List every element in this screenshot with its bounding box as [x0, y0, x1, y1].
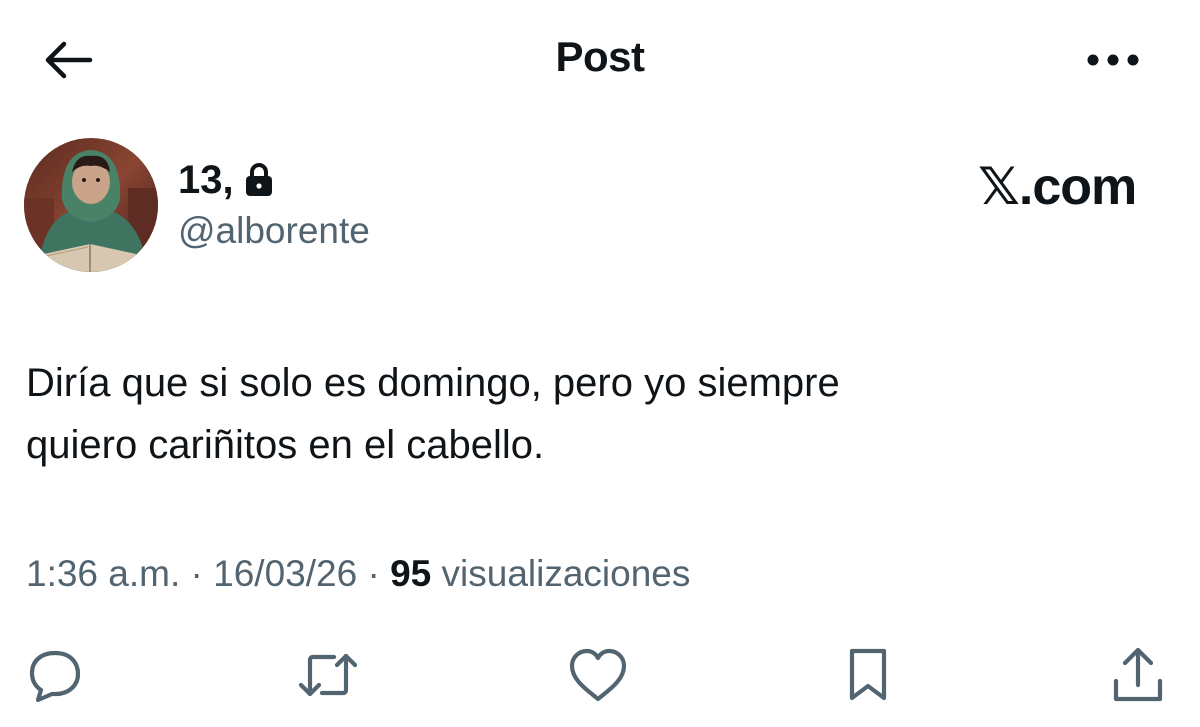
post-time[interactable]: 1:36 a.m.: [26, 553, 180, 594]
like-button[interactable]: [563, 640, 633, 710]
bookmark-icon: [849, 648, 887, 701]
meta-separator: ·: [190, 553, 203, 594]
share-icon: [1113, 647, 1163, 702]
share-button[interactable]: [1103, 640, 1173, 710]
post-meta: 1:36 a.m. · 16/03/26 · 95 visualizacione…: [26, 553, 690, 595]
reply-button[interactable]: [20, 640, 90, 710]
post-text-line: quiero cariñitos en el cabello.: [26, 423, 545, 467]
profile-photo: [24, 138, 158, 272]
user-handle[interactable]: @alborente: [178, 210, 370, 252]
repost-button[interactable]: [293, 640, 363, 710]
avatar[interactable]: [24, 138, 158, 272]
display-name[interactable]: 13,: [178, 158, 234, 203]
repost-icon: [298, 653, 358, 697]
more-options-button[interactable]: [1082, 38, 1144, 82]
bookmark-button[interactable]: [833, 640, 903, 710]
post-date[interactable]: 16/03/26: [213, 553, 357, 594]
heart-icon: [569, 648, 627, 702]
lock-icon: [245, 163, 272, 196]
meta-separator: ·: [367, 553, 380, 594]
more-horizontal-icon: [1087, 54, 1139, 66]
post-text-line: Diría que si solo es domingo, pero yo si…: [26, 361, 840, 405]
author-name-row: 13,: [178, 158, 274, 202]
brand-logo: 𝕏.com: [978, 158, 1137, 216]
reply-icon: [29, 650, 81, 703]
post-text: Diría que si solo es domingo, pero yo si…: [26, 352, 1166, 476]
views-label[interactable]: visualizaciones: [442, 553, 691, 594]
page-title: Post: [555, 33, 645, 80]
views-count[interactable]: 95: [390, 553, 431, 594]
